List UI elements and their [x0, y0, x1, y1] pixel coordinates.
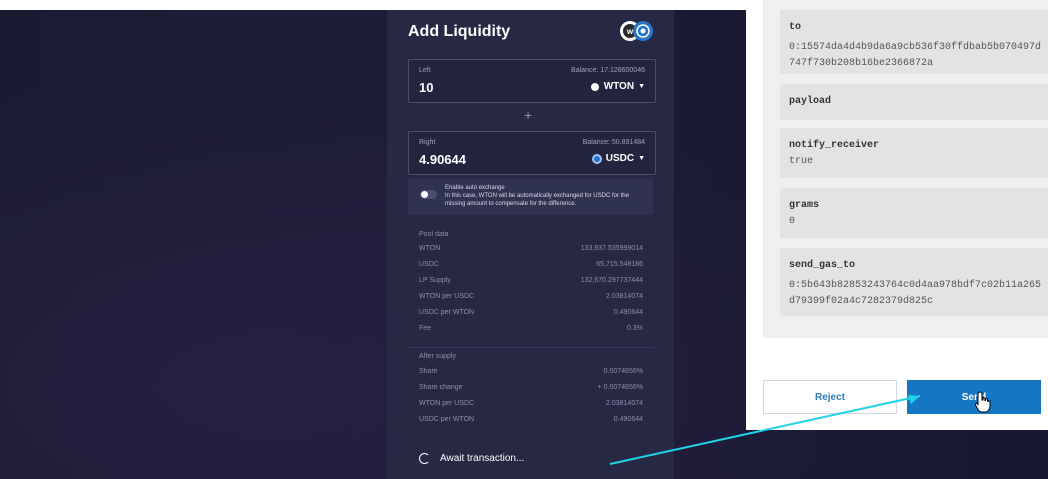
param-name: payload — [789, 96, 832, 107]
pool-row-value: 132,670.297737444 — [580, 277, 643, 284]
pool-row: USDC 65,715.548186 — [419, 261, 643, 273]
after-supply-row-label: Share change — [419, 384, 463, 391]
await-transaction-status: Await transaction... — [419, 453, 524, 464]
param-value: 0:15574da4d4b9da6a9cb536f30ffdbab5b07049… — [789, 42, 1042, 69]
param-value: 0 — [789, 216, 796, 227]
pool-row-label: WTON per USDC — [419, 293, 475, 300]
pool-row-label: USDC per WTON — [419, 309, 475, 316]
param-value: 0:5b643b82853243764c0d4aa978bdf7c02b11a2… — [789, 280, 1042, 307]
right-balance: Balance: 50.891484 — [582, 139, 645, 146]
pool-row: USDC per WTON 0.490644 — [419, 309, 643, 321]
param-notify-receiver: notify_receiver true — [780, 128, 1048, 178]
pool-row-label: WTON — [419, 245, 441, 252]
pool-row-label: USDC — [419, 261, 439, 268]
after-supply-row-label: Share — [419, 368, 438, 375]
left-token-input[interactable]: Left Balance: 17.128600046 10 WTON ▼ — [408, 59, 656, 103]
param-name: grams — [789, 200, 820, 211]
after-supply-row-value: + 0.0074656% — [597, 384, 643, 391]
panel-title: Add Liquidity — [408, 23, 511, 40]
right-amount-field[interactable]: 4.90644 — [419, 152, 466, 167]
after-supply-row-value: 0.490644 — [613, 416, 643, 423]
right-token-select[interactable]: USDC ▼ — [591, 153, 645, 164]
pool-row: WTON per USDC 2.03814074 — [419, 293, 643, 305]
pool-data-title: Pool data — [419, 231, 449, 238]
left-token-select[interactable]: WTON ▼ — [589, 81, 645, 92]
pool-row-label: LP Supply — [419, 277, 451, 284]
wton-token-icon — [589, 81, 600, 92]
right-label: Right — [419, 139, 436, 146]
loading-spinner-icon — [419, 453, 430, 464]
after-supply-row: WTON per USDC 2.03814074 — [419, 400, 643, 412]
left-amount-field[interactable]: 10 — [419, 80, 433, 95]
after-supply-row: USDC per WTON 0.490644 — [419, 416, 643, 428]
pool-row-value: 2.03814074 — [606, 293, 643, 300]
pool-row-value: 65,715.548186 — [596, 261, 643, 268]
auto-exchange-text: Enable auto exchange In this case, WTON … — [445, 184, 650, 208]
reject-button[interactable]: Reject — [763, 380, 897, 414]
auto-exchange-box: Enable auto exchange In this case, WTON … — [408, 179, 653, 215]
param-payload: payload — [780, 84, 1048, 120]
after-supply-title: After supply — [419, 353, 456, 360]
chevron-down-icon: ▼ — [638, 155, 645, 162]
pool-row-value: 0.490644 — [613, 309, 643, 316]
pool-row: Fee 0.3% — [419, 325, 643, 337]
svg-text:w: w — [626, 27, 634, 36]
param-name: notify_receiver — [789, 140, 880, 151]
after-supply-row: Share 0.0074656% — [419, 368, 643, 380]
hand-pointer-icon — [974, 391, 991, 413]
after-supply-row: Share change + 0.0074656% — [419, 384, 643, 396]
usdc-token-icon — [591, 153, 602, 164]
plus-icon: + — [524, 107, 533, 123]
pool-row: WTON 133,937.535999014 — [419, 245, 643, 257]
pool-row-label: Fee — [419, 325, 432, 332]
after-supply-row-value: 0.0074656% — [603, 368, 643, 375]
section-divider — [408, 347, 654, 348]
await-transaction-label: Await transaction... — [440, 453, 525, 464]
left-label: Left — [419, 67, 431, 74]
pool-row: LP Supply 132,670.297737444 — [419, 277, 643, 289]
transaction-params: to 0:15574da4d4b9da6a9cb536f30ffdbab5b07… — [763, 0, 1048, 338]
pool-row-value: 0.3% — [627, 325, 643, 332]
auto-exchange-toggle[interactable] — [420, 190, 437, 199]
param-send-gas-to: send_gas_to 0:5b643b82853243764c0d4aa978… — [780, 248, 1048, 316]
after-supply-row-value: 2.03814074 — [606, 400, 643, 407]
wton-logo-icon: w — [620, 21, 653, 41]
auto-exchange-description: In this case, WTON will be automatically… — [445, 193, 629, 207]
chevron-down-icon: ▼ — [638, 83, 645, 90]
add-liquidity-panel: Add Liquidity w Left Balance: 17.1286000… — [387, 10, 674, 479]
left-balance: Balance: 17.128600046 — [571, 67, 645, 74]
after-supply-row-label: USDC per WTON — [419, 416, 475, 423]
param-to: to 0:15574da4d4b9da6a9cb536f30ffdbab5b07… — [780, 10, 1048, 74]
param-grams: grams 0 — [780, 188, 1048, 238]
left-token-label: WTON — [603, 81, 635, 92]
auto-exchange-label: Enable auto exchange — [445, 185, 505, 191]
param-name: to — [789, 22, 802, 33]
transaction-confirm-dialog: to 0:15574da4d4b9da6a9cb536f30ffdbab5b07… — [746, 0, 1048, 430]
right-token-label: USDC — [605, 153, 635, 164]
right-token-input[interactable]: Right Balance: 50.891484 4.90644 USDC ▼ — [408, 131, 656, 175]
pool-row-value: 133,937.535999014 — [580, 245, 643, 252]
after-supply-row-label: WTON per USDC — [419, 400, 475, 407]
param-value: true — [789, 156, 814, 167]
param-name: send_gas_to — [789, 260, 856, 271]
